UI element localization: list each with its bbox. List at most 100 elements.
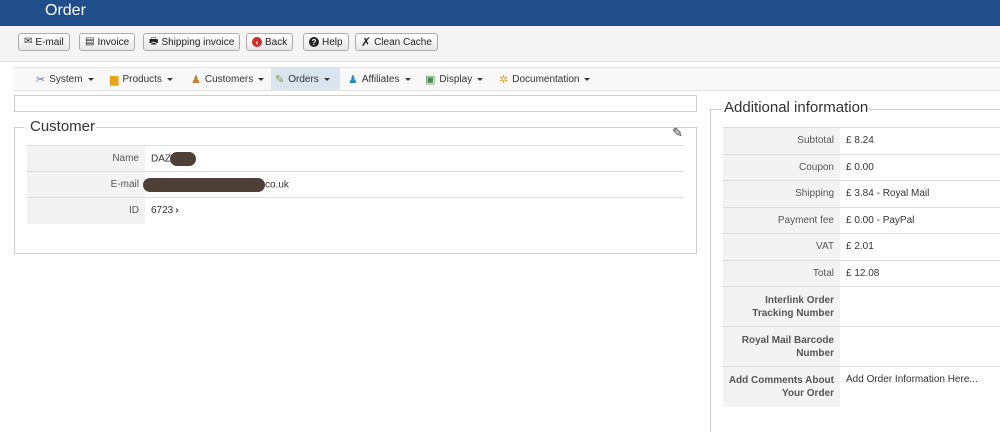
chevron-down-icon bbox=[87, 77, 94, 81]
menu-orders-label: Orders bbox=[288, 73, 319, 85]
menu-documentation-label: Documentation bbox=[512, 73, 580, 85]
order-comments-label: Add Comments About Your Order bbox=[723, 366, 840, 407]
orders-icon: ✎ bbox=[275, 73, 285, 86]
back-button[interactable]: ‹ Back bbox=[246, 33, 294, 51]
pencil-icon[interactable]: ✎ bbox=[672, 125, 683, 141]
chevron-down-icon bbox=[258, 77, 265, 81]
menu-affiliates-label: Affiliates bbox=[361, 73, 400, 85]
menu-system-label: System bbox=[49, 73, 83, 85]
vat-value: £ 2.01 bbox=[840, 233, 1000, 260]
redaction bbox=[170, 151, 196, 166]
menu-products[interactable]: ▆ Products bbox=[106, 68, 177, 90]
table-row: Subtotal £ 8.24 bbox=[723, 127, 1000, 154]
envelope-icon: ✉ bbox=[24, 36, 33, 47]
vat-label: VAT bbox=[723, 233, 840, 260]
email-button[interactable]: ✉ E-mail bbox=[18, 33, 70, 51]
fieldset-divider bbox=[14, 127, 24, 128]
table-row: ID 6723 › bbox=[27, 197, 684, 224]
box-icon: ▆ bbox=[110, 73, 119, 86]
fieldset-divider bbox=[96, 127, 697, 128]
coupon-label: Coupon bbox=[723, 153, 840, 181]
chevron-down-icon bbox=[323, 77, 330, 81]
email-button-label: E-mail bbox=[35, 36, 64, 48]
name-value: DAZ bbox=[145, 145, 684, 172]
chevron-down-icon bbox=[584, 77, 591, 81]
subtotal-label: Subtotal bbox=[723, 127, 840, 154]
title-bar: Order bbox=[0, 0, 1000, 26]
shipping-invoice-button[interactable]: 🖶 Shipping invoice bbox=[143, 33, 241, 51]
users-icon: ♟ bbox=[191, 73, 201, 86]
royal-mail-barcode-value bbox=[840, 326, 1000, 367]
affiliates-icon: ♟ bbox=[348, 73, 358, 86]
back-button-label: Back bbox=[265, 36, 288, 48]
help-button[interactable]: ? Help bbox=[303, 33, 349, 51]
broom-icon: ✗ bbox=[361, 35, 372, 49]
question-icon: ? bbox=[309, 37, 319, 47]
tools-icon: ✂ bbox=[36, 73, 46, 86]
table-row: Add Comments About Your Order Add Order … bbox=[723, 366, 1000, 407]
customer-id-text: 6723 bbox=[151, 205, 174, 216]
printer-icon: 🖶 bbox=[149, 36, 159, 47]
table-row: Interlink Order Tracking Number bbox=[723, 286, 1000, 327]
payment-fee-label: Payment fee bbox=[723, 206, 840, 234]
clean-cache-button-label: Clean Cache bbox=[374, 36, 432, 48]
shipping-label: Shipping bbox=[723, 180, 840, 207]
customer-legend: Customer bbox=[30, 118, 96, 136]
payment-fee-value: £ 0.00 - PayPal bbox=[840, 206, 1000, 234]
coupon-value: £ 0.00 bbox=[840, 153, 1000, 181]
id-value: 6723 › bbox=[145, 197, 684, 224]
id-label: ID bbox=[27, 197, 145, 224]
back-circle-icon: ‹ bbox=[252, 37, 262, 47]
document-icon: ▤ bbox=[85, 36, 95, 47]
order-header-box bbox=[14, 95, 697, 112]
email-value: co.uk bbox=[143, 171, 684, 198]
total-value: £ 12.08 bbox=[840, 259, 1000, 287]
additional-info-legend: Additional information bbox=[724, 99, 869, 117]
menu-customers-label: Customers bbox=[204, 73, 254, 85]
table-row: Payment fee £ 0.00 - PayPal bbox=[723, 206, 1000, 234]
shipping-invoice-button-label: Shipping invoice bbox=[161, 36, 235, 48]
email-label: E-mail bbox=[27, 171, 145, 198]
table-row: VAT £ 2.01 bbox=[723, 233, 1000, 260]
menu-orders[interactable]: ✎ Orders bbox=[271, 68, 340, 90]
fieldset-divider bbox=[710, 109, 722, 110]
fieldset-divider bbox=[710, 109, 711, 432]
display-icon: ▣ bbox=[425, 73, 436, 86]
toolbar: ✉ E-mail ▤ Invoice 🖶 Shipping invoice ‹ … bbox=[0, 26, 1000, 62]
table-row: Royal Mail Barcode Number bbox=[723, 326, 1000, 367]
table-row: Shipping £ 3.84 - Royal Mail bbox=[723, 180, 1000, 207]
menu-documentation[interactable]: ✲ Documentation bbox=[495, 68, 594, 90]
main-menu: ✂ System ▆ Products ♟ Customers ✎ Orders… bbox=[14, 67, 1000, 91]
interlink-tracking-value bbox=[840, 286, 1000, 327]
clean-cache-button[interactable]: ✗ Clean Cache bbox=[355, 33, 438, 51]
chevron-down-icon bbox=[477, 77, 484, 81]
order-comments-value[interactable]: Add Order Information Here... bbox=[840, 366, 1000, 407]
menu-display-label: Display bbox=[439, 73, 473, 85]
name-label: Name bbox=[27, 145, 145, 172]
table-row: E-mail co.uk bbox=[27, 171, 684, 198]
table-row: Name DAZ bbox=[27, 145, 684, 172]
table-row: Coupon £ 0.00 bbox=[723, 153, 1000, 181]
royal-mail-barcode-label: Royal Mail Barcode Number bbox=[723, 326, 840, 367]
help-button-label: Help bbox=[322, 36, 343, 48]
menu-display[interactable]: ▣ Display bbox=[421, 68, 487, 90]
customer-email-text: co.uk bbox=[265, 179, 289, 191]
chevron-right-icon[interactable]: › bbox=[175, 205, 178, 216]
invoice-button-label: Invoice bbox=[97, 36, 130, 48]
additional-info-table: Subtotal £ 8.24 Coupon £ 0.00 Shipping £… bbox=[723, 127, 1000, 407]
menu-system[interactable]: ✂ System bbox=[32, 68, 98, 90]
page-title: Order bbox=[45, 2, 86, 19]
menu-affiliates[interactable]: ♟ Affiliates bbox=[344, 68, 415, 90]
menu-customers[interactable]: ♟ Customers bbox=[187, 68, 268, 90]
chevron-down-icon bbox=[404, 77, 411, 81]
invoice-button[interactable]: ▤ Invoice bbox=[79, 33, 136, 51]
chevron-down-icon bbox=[166, 77, 173, 81]
menu-products-label: Products bbox=[122, 73, 162, 85]
redaction bbox=[143, 177, 265, 192]
documentation-icon: ✲ bbox=[499, 73, 509, 86]
customer-table: Name DAZ E-mail co.uk ID 6723 › bbox=[27, 145, 684, 224]
shipping-value: £ 3.84 - Royal Mail bbox=[840, 180, 1000, 207]
subtotal-value: £ 8.24 bbox=[840, 127, 1000, 154]
customer-name-text: DAZ bbox=[151, 153, 171, 165]
fieldset-divider bbox=[868, 109, 1000, 110]
